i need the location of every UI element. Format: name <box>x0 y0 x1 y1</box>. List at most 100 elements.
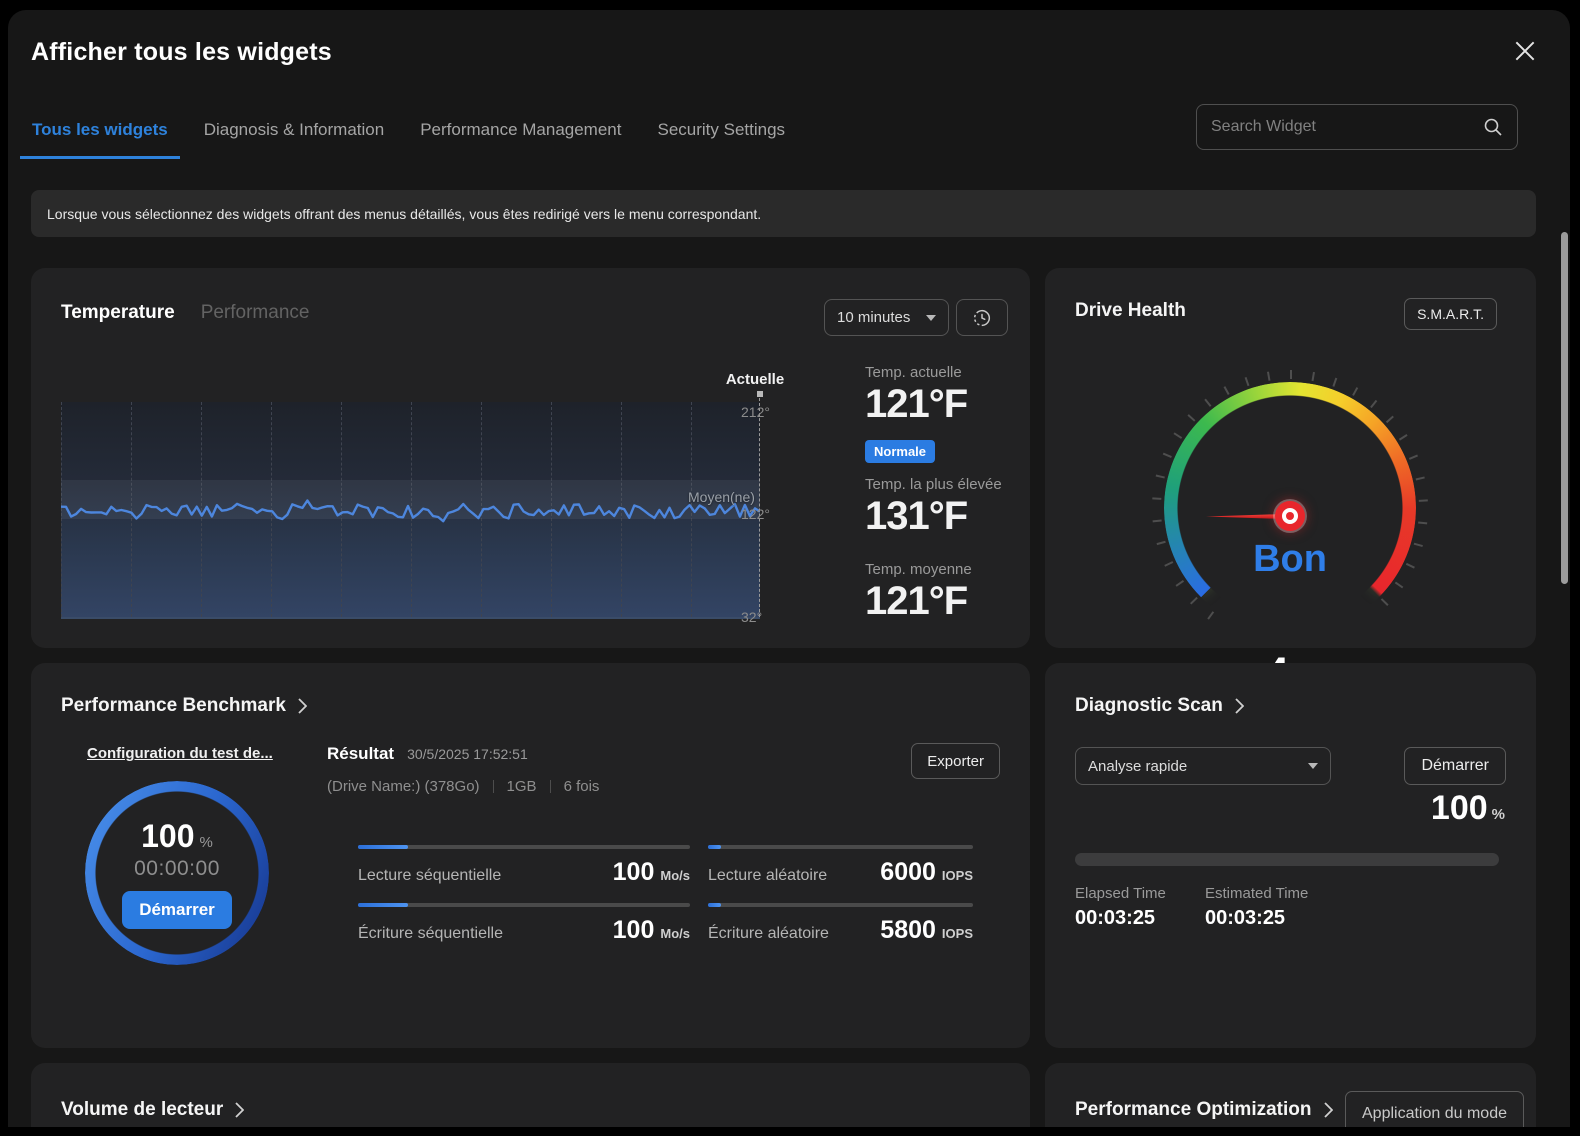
highest-temp-label: Temp. la plus élevée <box>865 476 1002 493</box>
chevron-down-icon <box>1308 763 1318 769</box>
scan-mode-value: Analyse rapide <box>1088 758 1187 775</box>
widget-drive-health: Drive Health S.M.A.R.T. Bon 4To Écrit <box>1045 268 1536 648</box>
drive-volume-title-text: Volume de lecteur <box>61 1099 223 1121</box>
chart-cursor-label: Actuelle <box>710 371 800 388</box>
performance-optimization-title[interactable]: Performance Optimization <box>1075 1099 1333 1121</box>
metric-track <box>358 845 690 849</box>
metric-fill <box>708 845 721 849</box>
metric-track <box>708 903 973 907</box>
temperature-chart: Moyen(ne) Actuelle <box>61 402 760 619</box>
ytick-122: 122° <box>741 506 770 522</box>
metric-value: 100 <box>613 858 655 887</box>
highest-temp-value: 131°F <box>865 496 967 536</box>
info-banner: Lorsque vous sélectionnez des widgets of… <box>31 190 1536 237</box>
info-banner-text: Lorsque vous sélectionnez des widgets of… <box>47 206 761 222</box>
result-label: Résultat <box>327 744 394 764</box>
ytick-32: 32° <box>741 609 762 625</box>
widget-diagnostic-scan: Diagnostic Scan Analyse rapide Démarrer … <box>1045 663 1536 1048</box>
scrollbar-thumb[interactable] <box>1561 232 1568 584</box>
search-widget-box[interactable] <box>1196 104 1518 150</box>
metric-label: Écriture séquentielle <box>358 925 503 943</box>
time-range-dropdown[interactable]: 10 minutes <box>824 299 949 336</box>
benchmark-config-link[interactable]: Configuration du test de... <box>87 745 273 762</box>
drive-volume-title[interactable]: Volume de lecteur <box>61 1099 244 1121</box>
metric-label: Lecture aléatoire <box>708 867 827 885</box>
chevron-right-icon <box>298 698 307 714</box>
diagnostic-start-button[interactable]: Démarrer <box>1404 747 1506 785</box>
widget-performance-benchmark: Performance Benchmark Configuration du t… <box>31 663 1030 1048</box>
chevron-right-icon <box>1235 698 1244 714</box>
metric-sequential-read: Lecture séquentielle 100Mo/s <box>358 845 690 887</box>
drive-health-title-text: Drive Health <box>1075 300 1186 322</box>
history-clock-icon <box>971 307 993 329</box>
metric-random-write: Écriture aléatoire 5800 IOPS <box>708 903 973 945</box>
tab-bar: Tous les widgets Diagnosis & Information P… <box>20 114 797 159</box>
search-icon[interactable] <box>1483 117 1503 137</box>
time-range-value: 10 minutes <box>837 309 910 326</box>
benchmark-progress-circle: 100 % 00:00:00 Démarrer <box>85 781 269 965</box>
apply-mode-button[interactable]: Application du mode <box>1345 1091 1524 1127</box>
test-size: 1GB <box>507 778 537 795</box>
chevron-right-icon <box>1324 1102 1333 1118</box>
health-gauge: Bon 4To Écrit <box>1150 368 1430 648</box>
benchmark-test-params: (Drive Name:) (378Go) 1GB 6 fois <box>327 778 599 795</box>
metric-value: 5800 <box>880 916 936 945</box>
metric-value: 6000 <box>880 858 936 887</box>
diagnostic-progress-unit: % <box>1492 806 1505 823</box>
elapsed-time-label: Elapsed Time <box>1075 885 1166 902</box>
benchmark-progress-unit: % <box>200 834 213 851</box>
status-badge: Normale <box>865 440 935 463</box>
average-series-label: Moyen(ne) <box>688 489 755 505</box>
page-title: Afficher tous les widgets <box>31 38 332 67</box>
benchmark-elapsed: 00:00:00 <box>134 857 220 881</box>
benchmark-start-button[interactable]: Démarrer <box>122 891 232 929</box>
search-input[interactable] <box>1211 118 1475 136</box>
scan-mode-dropdown[interactable]: Analyse rapide <box>1075 747 1331 785</box>
widgets-modal: Afficher tous les widgets Tous les widge… <box>8 10 1570 1127</box>
metric-fill <box>358 903 408 907</box>
test-count: 6 fois <box>564 778 600 795</box>
tab-diagnosis-information[interactable]: Diagnosis & Information <box>192 114 396 159</box>
elapsed-time-value: 00:03:25 <box>1075 907 1155 930</box>
average-temp-value: 121°F <box>865 581 967 621</box>
health-status: Bon <box>1150 538 1430 581</box>
metric-track <box>708 845 973 849</box>
tab-tous-les-widgets[interactable]: Tous les widgets <box>20 114 180 159</box>
chevron-right-icon <box>235 1102 244 1118</box>
tab-security-settings[interactable]: Security Settings <box>645 114 797 159</box>
diagnostic-progress-pct: 100 <box>1431 789 1488 828</box>
metric-unit: IOPS <box>942 926 973 941</box>
performance-optimization-title-text: Performance Optimization <box>1075 1099 1312 1121</box>
estimated-time-value: 00:03:25 <box>1205 907 1285 930</box>
current-temp-label: Temp. actuelle <box>865 364 962 381</box>
widget-performance-optimization: Performance Optimization Application du … <box>1045 1063 1536 1127</box>
tab-performance-management[interactable]: Performance Management <box>408 114 633 159</box>
benchmark-title[interactable]: Performance Benchmark <box>61 695 307 717</box>
tab-performance[interactable]: Performance <box>201 302 310 324</box>
drive-health-title: Drive Health <box>1075 300 1186 322</box>
gauge-hub <box>1275 501 1305 531</box>
diagnostic-progress-bar <box>1075 853 1499 866</box>
average-temp-label: Temp. moyenne <box>865 561 972 578</box>
diagnostic-title[interactable]: Diagnostic Scan <box>1075 695 1244 717</box>
metric-fill <box>358 845 408 849</box>
chevron-down-icon <box>926 315 936 321</box>
temperature-widget-tabs: Temperature Performance <box>61 302 309 324</box>
metric-random-read: Lecture aléatoire 6000IOPS <box>708 845 973 887</box>
temperature-controls: 10 minutes <box>824 299 1008 336</box>
history-button[interactable] <box>956 299 1008 336</box>
divider <box>550 780 551 793</box>
export-button[interactable]: Exporter <box>911 743 1000 779</box>
metric-label: Lecture séquentielle <box>358 867 501 885</box>
benchmark-result-header: Résultat 30/5/2025 17:52:51 <box>327 744 528 764</box>
close-icon[interactable] <box>1512 38 1538 64</box>
widget-drive-volume: Volume de lecteur <box>31 1063 1030 1127</box>
temperature-line-series <box>61 402 760 619</box>
metric-track <box>358 903 690 907</box>
diagnostic-title-text: Diagnostic Scan <box>1075 695 1223 717</box>
smart-button[interactable]: S.M.A.R.T. <box>1404 298 1497 330</box>
metric-label: Écriture aléatoire <box>708 925 829 943</box>
metric-unit: Mo/s <box>660 926 690 941</box>
tab-temperature[interactable]: Temperature <box>61 302 175 324</box>
chart-cursor-handle[interactable] <box>757 391 763 397</box>
